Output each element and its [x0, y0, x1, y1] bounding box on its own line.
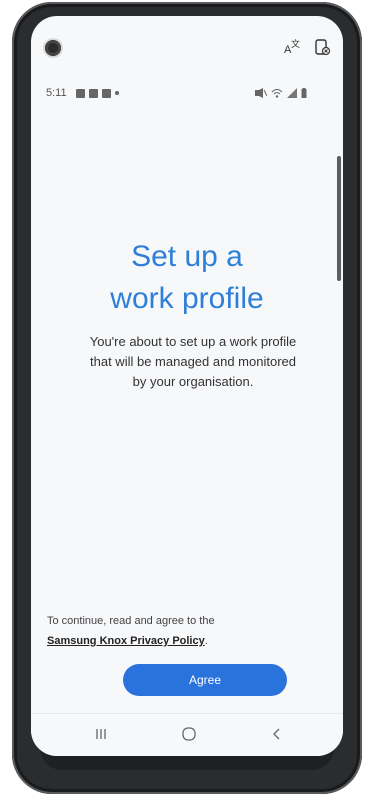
navigation-bar	[31, 713, 343, 756]
home-icon[interactable]	[177, 724, 201, 744]
svg-text:文: 文	[291, 38, 300, 50]
translate-icon[interactable]: A 文	[281, 36, 303, 58]
back-icon[interactable]	[265, 724, 289, 744]
agree-button[interactable]: Agree	[123, 664, 287, 696]
consent-prefix: To continue, read and agree to the	[47, 615, 215, 627]
nfc-icon	[76, 88, 85, 98]
signal-icon	[287, 88, 297, 98]
front-camera	[45, 40, 61, 56]
recents-icon[interactable]	[89, 724, 113, 744]
notification-icons	[76, 88, 119, 98]
mute-icon	[255, 88, 267, 98]
page-description: You're about to set up a work profile th…	[89, 334, 297, 389]
consent-suffix: .	[204, 635, 208, 647]
consent-text: To continue, read and agree to the Samsu…	[47, 611, 327, 651]
wifi-icon	[271, 89, 283, 98]
phone-frame: A 文 5:11 Set up a work profile You're ab…	[12, 2, 362, 794]
status-time: 5:11	[46, 87, 67, 99]
app-notification-icon	[89, 88, 98, 98]
status-bar: 5:11	[31, 82, 343, 104]
gallery-icon	[102, 88, 111, 98]
phone-screen: A 文 5:11 Set up a work profile You're ab…	[31, 16, 343, 756]
screen-off-icon[interactable]	[311, 36, 333, 58]
more-notifications-icon	[115, 91, 119, 95]
system-status-icons	[255, 88, 307, 98]
privacy-policy-link[interactable]: Samsung Knox Privacy Policy	[47, 635, 205, 647]
battery-icon	[301, 88, 307, 98]
page-title: Set up a work profile	[110, 240, 264, 315]
